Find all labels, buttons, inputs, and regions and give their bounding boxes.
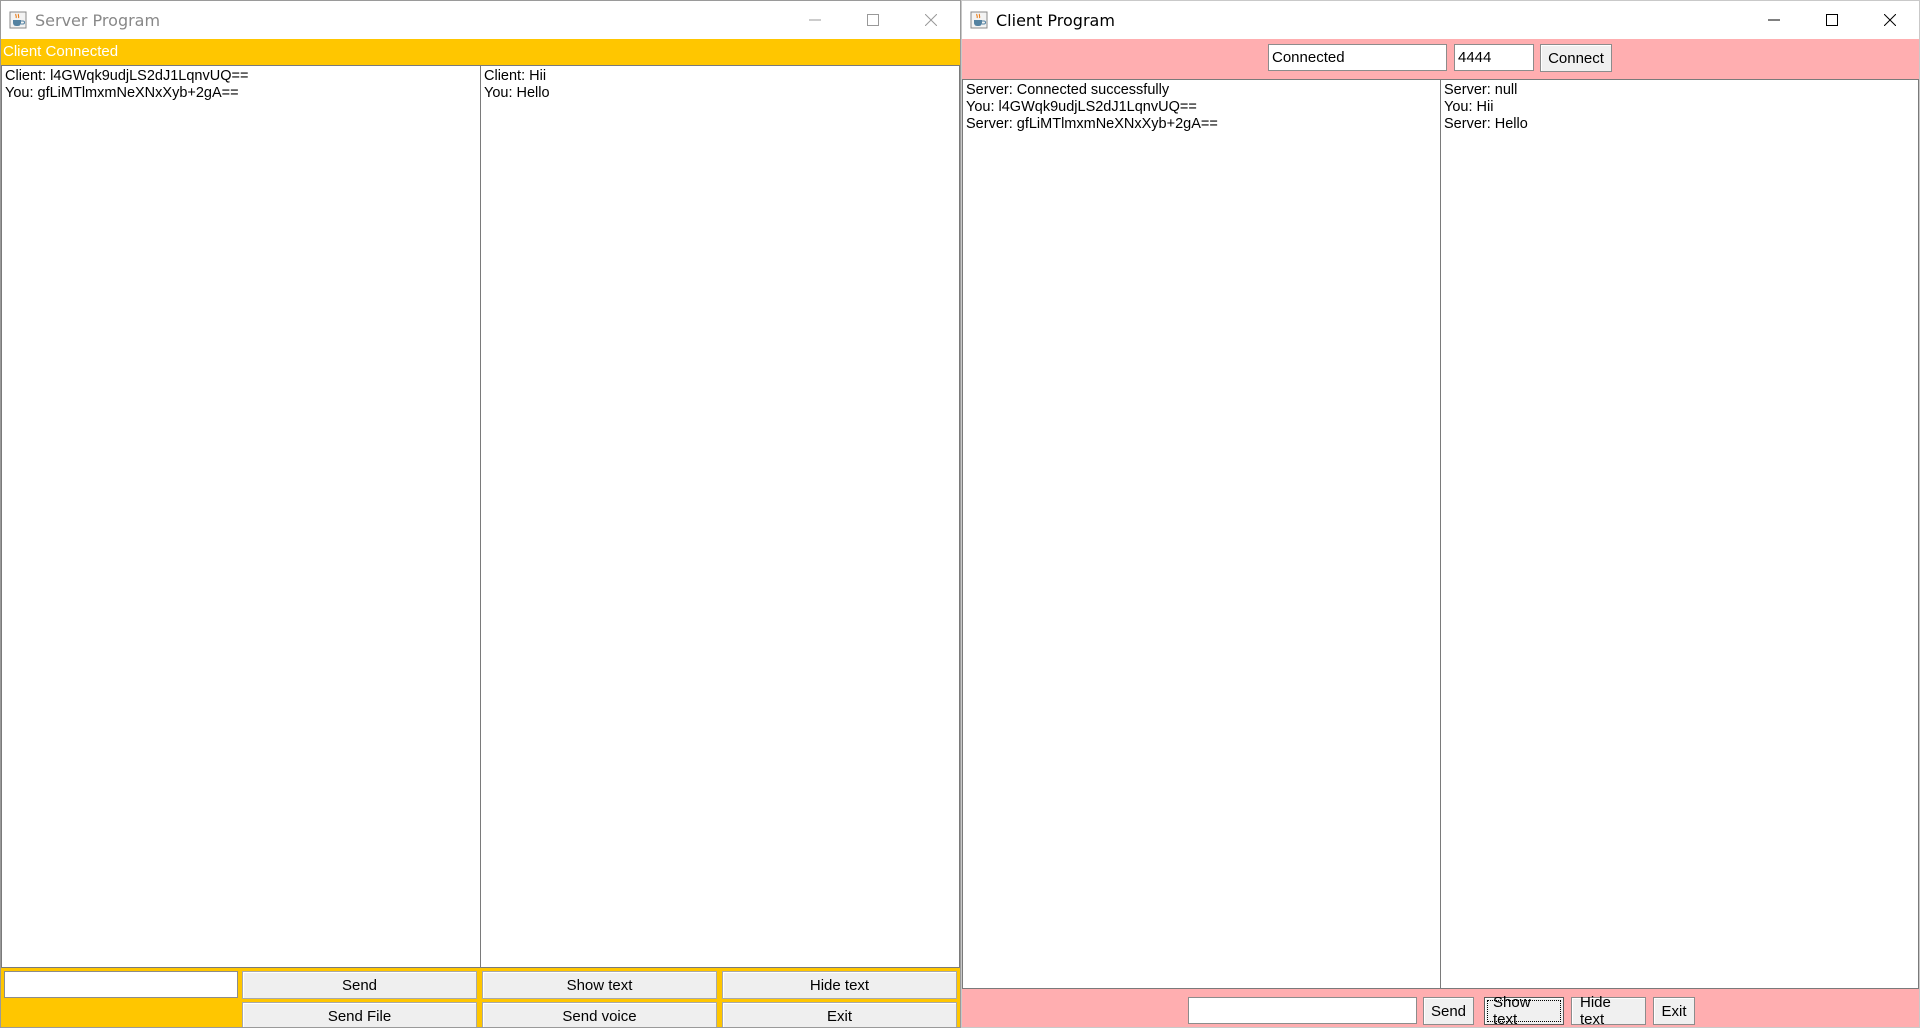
client-plain-log[interactable]: Server: null You: Hii Server: Hello bbox=[1440, 79, 1919, 989]
client-message-input[interactable] bbox=[1188, 997, 1417, 1024]
client-show-text-button[interactable]: Show text bbox=[1484, 994, 1564, 1027]
server-send-file-button[interactable]: Send File bbox=[242, 1002, 477, 1027]
log-line: You: gfLiMTlmxmNeXNxXyb+2gA== bbox=[5, 85, 239, 101]
log-line: You: l4GWqk9udjLS2dJ1LqnvUQ== bbox=[966, 99, 1197, 115]
client-close-button[interactable] bbox=[1861, 1, 1919, 39]
close-icon bbox=[1884, 14, 1896, 26]
server-bottom-panel: Send Show text Hide text Send File Send … bbox=[1, 968, 960, 1027]
server-status-banner: Client Connected bbox=[1, 39, 960, 65]
client-port-field[interactable]: 4444 bbox=[1454, 44, 1534, 71]
server-plain-log[interactable]: Client: Hii You: Hello bbox=[480, 65, 960, 968]
server-hide-text-button[interactable]: Hide text bbox=[722, 971, 957, 999]
maximize-icon bbox=[1826, 14, 1838, 26]
client-window: Client Program Connected 4444 Connect Se… bbox=[961, 0, 1920, 1028]
server-close-button[interactable] bbox=[902, 1, 960, 39]
server-send-button[interactable]: Send bbox=[242, 971, 477, 999]
client-host-field[interactable]: Connected bbox=[1268, 44, 1447, 71]
java-cup-icon bbox=[970, 11, 988, 29]
minimize-icon bbox=[809, 19, 821, 21]
client-maximize-button[interactable] bbox=[1803, 1, 1861, 39]
log-line: You: Hello bbox=[484, 85, 550, 101]
client-connection-bar: Connected 4444 Connect bbox=[962, 39, 1919, 79]
server-show-text-button[interactable]: Show text bbox=[482, 971, 717, 999]
java-cup-icon bbox=[9, 11, 27, 29]
log-line: Server: gfLiMTlmxmNeXNxXyb+2gA== bbox=[966, 116, 1218, 132]
log-line: Server: Connected successfully bbox=[966, 82, 1170, 98]
client-minimize-button[interactable] bbox=[1745, 1, 1803, 39]
client-exit-button[interactable]: Exit bbox=[1653, 997, 1695, 1025]
minimize-icon bbox=[1768, 19, 1780, 21]
server-window-title: Server Program bbox=[35, 10, 161, 30]
server-maximize-button[interactable] bbox=[844, 1, 902, 39]
server-titlebar[interactable]: Server Program bbox=[1, 1, 960, 39]
maximize-icon bbox=[867, 14, 879, 26]
log-line: Server: null bbox=[1444, 82, 1518, 98]
server-window: Server Program Client Connected Client: … bbox=[0, 0, 961, 1028]
client-bottom-panel: Send Show text Hide text Exit bbox=[962, 989, 1919, 1027]
server-encrypted-log[interactable]: Client: l4GWqk9udjLS2dJ1LqnvUQ== You: gf… bbox=[1, 65, 481, 968]
client-send-button[interactable]: Send bbox=[1423, 997, 1474, 1025]
log-line: You: Hii bbox=[1444, 99, 1494, 115]
log-line: Client: Hii bbox=[484, 68, 547, 84]
client-window-title: Client Program bbox=[996, 10, 1115, 30]
client-connect-button[interactable]: Connect bbox=[1540, 44, 1612, 72]
log-line: Client: l4GWqk9udjLS2dJ1LqnvUQ== bbox=[5, 68, 249, 84]
server-send-voice-button[interactable]: Send voice bbox=[482, 1002, 717, 1027]
server-minimize-button[interactable] bbox=[786, 1, 844, 39]
server-message-input[interactable] bbox=[4, 971, 238, 998]
client-encrypted-log[interactable]: Server: Connected successfully You: l4GW… bbox=[962, 79, 1441, 989]
client-hide-text-button[interactable]: Hide text bbox=[1571, 994, 1646, 1027]
server-exit-button[interactable]: Exit bbox=[722, 1002, 957, 1027]
client-titlebar[interactable]: Client Program bbox=[962, 1, 1919, 39]
close-icon bbox=[925, 14, 937, 26]
log-line: Server: Hello bbox=[1444, 116, 1528, 132]
